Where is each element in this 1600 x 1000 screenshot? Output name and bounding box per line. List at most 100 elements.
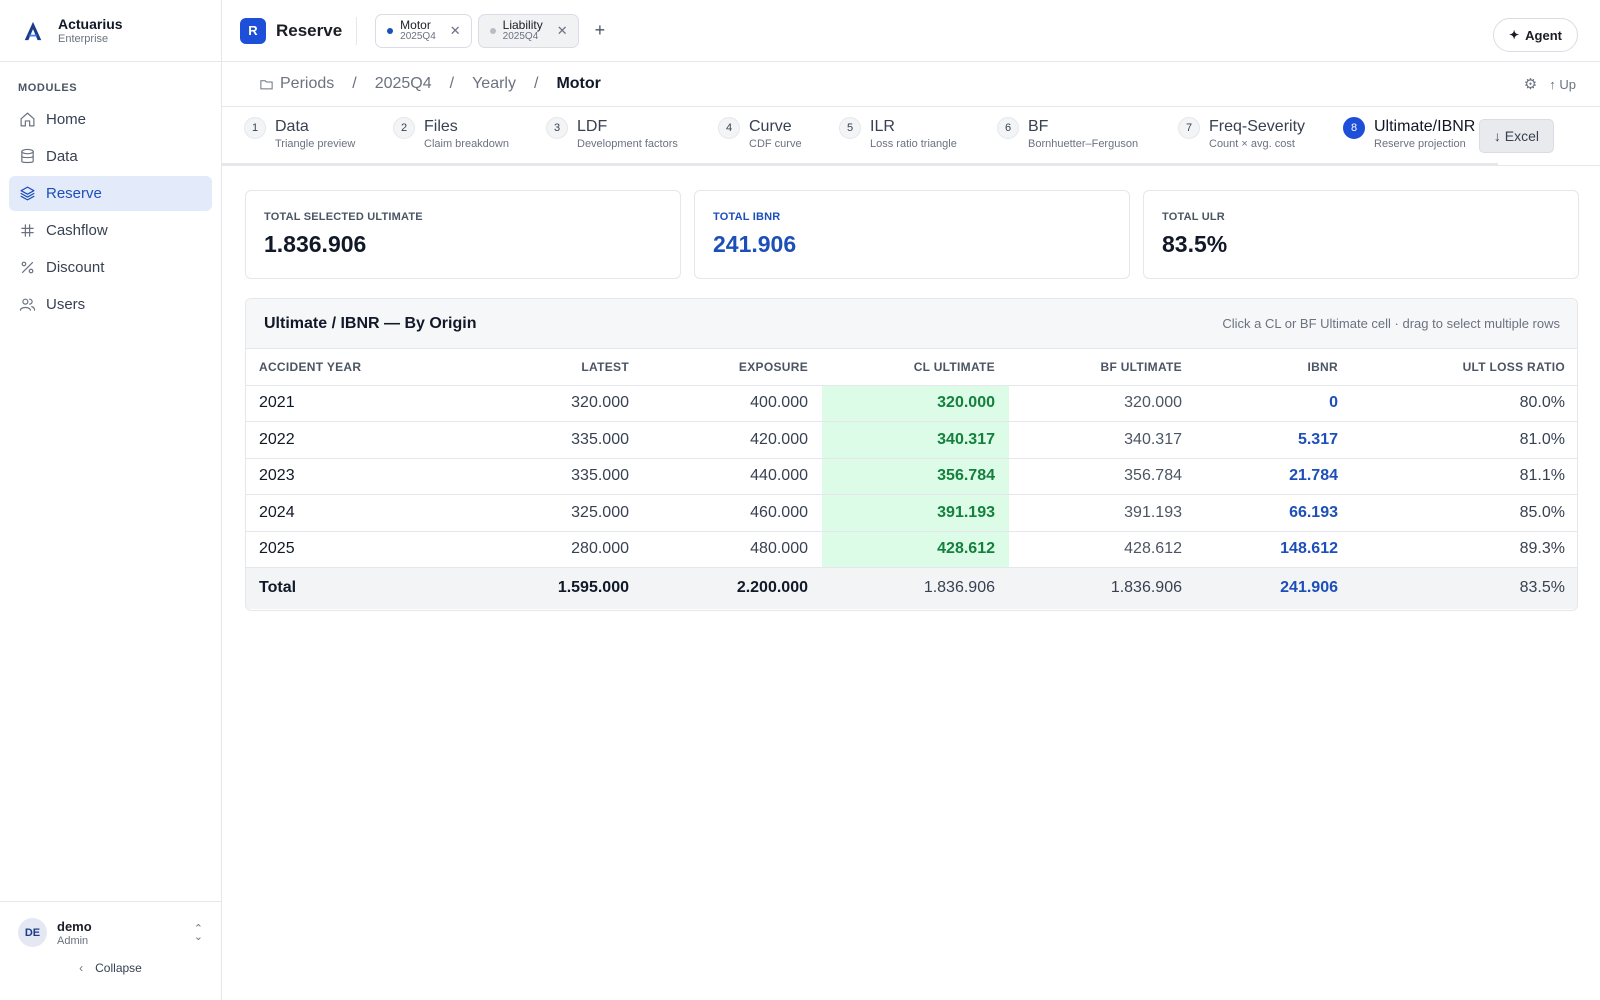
- column-header[interactable]: EXPOSURE: [643, 349, 822, 386]
- add-tab-button[interactable]: +: [595, 20, 606, 41]
- column-header[interactable]: IBNR: [1196, 349, 1352, 386]
- step-number: 3: [546, 117, 568, 139]
- brand[interactable]: Actuarius Enterprise: [0, 0, 221, 62]
- cell-bf-ultimate[interactable]: 356.784: [1009, 458, 1196, 495]
- user-role: Admin: [57, 934, 89, 947]
- breadcrumb-frequency[interactable]: Yearly: [472, 75, 516, 93]
- cell-cl-ultimate[interactable]: 356.784: [822, 458, 1009, 495]
- tab-motor[interactable]: Motor 2025Q4 ✕: [375, 13, 472, 48]
- step-curve[interactable]: 4 Curve CDF curve: [718, 117, 802, 150]
- table-row[interactable]: 2022 335.000 420.000 340.317 340.317 5.3…: [246, 421, 1577, 459]
- sidebar-item-reserve[interactable]: Reserve: [9, 176, 212, 211]
- step-bf[interactable]: 6 BF Bornhuetter–Ferguson: [997, 117, 1138, 150]
- collapse-button[interactable]: ‹ Collapse: [0, 961, 221, 975]
- step-label: Ultimate/IBNR: [1374, 118, 1476, 135]
- up-button[interactable]: ↑ Up: [1549, 77, 1576, 92]
- breadcrumb-period[interactable]: 2025Q4: [375, 75, 432, 93]
- step-subtitle: Triangle preview: [275, 138, 356, 150]
- step-label: Data: [275, 118, 309, 135]
- database-icon: [21, 148, 34, 164]
- column-header[interactable]: ACCIDENT YEAR: [246, 349, 466, 386]
- tab-liability[interactable]: Liability 2025Q4 ✕: [477, 13, 579, 48]
- table-row[interactable]: 2025 280.000 480.000 428.612 428.612 148…: [246, 531, 1577, 568]
- sparkle-icon: ✦: [1509, 28, 1520, 42]
- kpi-total-selected-ultimate: TOTAL SELECTED ULTIMATE 1.836.906: [245, 190, 681, 279]
- cell-ibnr: 66.193: [1196, 494, 1352, 532]
- tab-period: 2025Q4: [502, 31, 539, 42]
- kpi-value: 241.906: [713, 231, 797, 257]
- collapse-label: Collapse: [95, 961, 142, 975]
- modules-label: MODULES: [18, 82, 78, 94]
- layers-icon: [20, 186, 35, 201]
- step-ldf[interactable]: 3 LDF Development factors: [546, 117, 678, 150]
- step-subtitle: Count × avg. cost: [1209, 138, 1295, 150]
- sidebar: Actuarius Enterprise MODULES Home Data R…: [0, 0, 222, 1000]
- step-subtitle: Reserve projection: [1374, 138, 1466, 150]
- table-header-row: ACCIDENT YEAR LATEST EXPOSURE CL ULTIMAT…: [246, 349, 1577, 386]
- cell-accident-year: 2025: [246, 531, 466, 568]
- cell-ult-loss-ratio: 81.0%: [1352, 421, 1577, 459]
- sidebar-item-cashflow[interactable]: Cashflow: [9, 213, 212, 248]
- avatar: DE: [18, 918, 47, 947]
- cell-cl-ultimate[interactable]: 391.193: [822, 494, 1009, 532]
- tab-status-dot: [387, 27, 394, 34]
- table-row[interactable]: 2021 320.000 400.000 320.000 320.000 0 8…: [246, 385, 1577, 422]
- breadcrumb: Periods / 2025Q4 / Yearly / Motor ⚙ ↑ Up: [222, 62, 1600, 107]
- steps-scrollbar[interactable]: [222, 163, 1498, 166]
- breadcrumb-separator: /: [352, 75, 357, 92]
- kpi-value: 83.5%: [1162, 231, 1228, 257]
- sidebar-item-discount[interactable]: Discount: [9, 250, 212, 285]
- table-row[interactable]: 2024 325.000 460.000 391.193 391.193 66.…: [246, 494, 1577, 532]
- table-header-bar: Ultimate / IBNR — By Origin Click a CL o…: [246, 299, 1577, 349]
- column-header[interactable]: ULT LOSS RATIO: [1352, 349, 1577, 386]
- column-header[interactable]: LATEST: [466, 349, 643, 386]
- close-icon[interactable]: ✕: [557, 23, 568, 39]
- cell-accident-year: 2022: [246, 421, 466, 459]
- close-icon[interactable]: ✕: [450, 23, 461, 39]
- column-header[interactable]: BF ULTIMATE: [1009, 349, 1196, 386]
- cell-cl-ultimate[interactable]: 340.317: [822, 421, 1009, 459]
- cell-latest: 280.000: [466, 531, 643, 568]
- breadcrumb-periods[interactable]: Periods: [280, 75, 334, 93]
- cell-cl-ultimate[interactable]: 320.000: [822, 385, 1009, 422]
- cell-ibnr: 5.317: [1196, 421, 1352, 459]
- tab-name: Liability: [502, 18, 543, 32]
- cell-bf-ultimate[interactable]: 391.193: [1009, 494, 1196, 532]
- step-ilr[interactable]: 5 ILR Loss ratio triangle: [839, 117, 957, 150]
- sidebar-item-label: Discount: [46, 259, 105, 276]
- total-bf-ultimate: 1.836.906: [1009, 567, 1196, 609]
- download-icon: ↓: [1493, 128, 1501, 144]
- agent-button[interactable]: ✦ Agent: [1493, 18, 1578, 52]
- cell-accident-year: 2024: [246, 494, 466, 532]
- user-menu[interactable]: DE demo Admin ⌃ ⌄: [0, 902, 221, 947]
- step-number: 1: [244, 117, 266, 139]
- app-badge: R: [240, 17, 266, 44]
- table-row[interactable]: 2023 335.000 440.000 356.784 356.784 21.…: [246, 458, 1577, 495]
- cell-bf-ultimate[interactable]: 428.612: [1009, 531, 1196, 568]
- cell-cl-ultimate[interactable]: 428.612: [822, 531, 1009, 568]
- gear-icon[interactable]: ⚙: [1524, 75, 1537, 93]
- cell-bf-ultimate[interactable]: 340.317: [1009, 421, 1196, 459]
- step-number: 2: [393, 117, 415, 139]
- step-files[interactable]: 2 Files Claim breakdown: [393, 117, 509, 150]
- up-label: Up: [1559, 76, 1576, 92]
- step-freq-severity[interactable]: 7 Freq-Severity Count × avg. cost: [1178, 117, 1305, 150]
- cell-bf-ultimate[interactable]: 320.000: [1009, 385, 1196, 422]
- logo-icon: [24, 21, 42, 40]
- chevron-left-icon: ‹: [79, 961, 84, 975]
- excel-export-button[interactable]: ↓ Excel: [1478, 119, 1554, 153]
- column-header[interactable]: CL ULTIMATE: [822, 349, 1009, 386]
- cell-ult-loss-ratio: 80.0%: [1352, 385, 1577, 422]
- chevron-up-down-icon[interactable]: ⌃ ⌄: [194, 923, 203, 942]
- cell-exposure: 400.000: [643, 385, 822, 422]
- sidebar-item-data[interactable]: Data: [9, 139, 212, 174]
- step-label: ILR: [870, 118, 895, 135]
- table-hint: Click a CL or BF Ultimate cell · drag to…: [1222, 316, 1560, 331]
- step-label: Curve: [749, 118, 792, 135]
- step-data[interactable]: 1 Data Triangle preview: [244, 117, 356, 150]
- sidebar-item-users[interactable]: Users: [9, 287, 212, 322]
- sidebar-item-home[interactable]: Home: [9, 102, 212, 137]
- step-ultimate-ibnr[interactable]: 8 Ultimate/IBNR Reserve projection: [1343, 117, 1476, 150]
- cell-ibnr: 148.612: [1196, 531, 1352, 568]
- total-latest: 1.595.000: [466, 567, 643, 609]
